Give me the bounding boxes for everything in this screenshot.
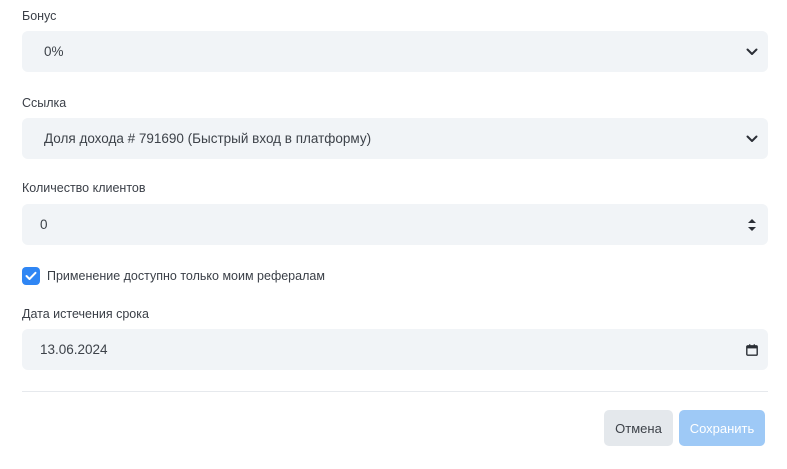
referrals-only-checkbox-row[interactable]: Применение доступно только моим реферала… <box>22 266 325 286</box>
expiry-label: Дата истечения срока <box>22 307 149 321</box>
clients-value: 0 <box>40 217 48 232</box>
promo-form: Бонус 0% Ссылка Доля дохода # 791690 (Бы… <box>0 0 787 469</box>
bonus-value: 0% <box>44 44 64 59</box>
spinner-arrows-icon[interactable] <box>740 217 764 233</box>
save-button[interactable]: Сохранить <box>679 410 765 446</box>
link-label: Ссылка <box>22 96 67 110</box>
link-select[interactable]: Доля дохода # 791690 (Быстрый вход в пла… <box>22 118 768 159</box>
calendar-icon[interactable] <box>740 343 764 356</box>
cancel-button[interactable]: Отмена <box>604 410 673 446</box>
expiry-date-input[interactable]: 13.06.2024 <box>22 329 768 370</box>
referrals-only-label: Применение доступно только моим реферала… <box>47 269 325 283</box>
expiry-value: 13.06.2024 <box>40 342 108 357</box>
chevron-down-icon <box>740 135 764 143</box>
clients-label: Количество клиентов <box>22 181 146 195</box>
clients-number-input[interactable]: 0 <box>22 204 768 245</box>
link-value: Доля дохода # 791690 (Быстрый вход в пла… <box>44 131 372 146</box>
bonus-select[interactable]: 0% <box>22 31 768 72</box>
chevron-down-icon <box>740 48 764 56</box>
divider <box>22 391 768 392</box>
bonus-label: Бонус <box>22 9 57 23</box>
checkbox-checked-icon[interactable] <box>22 267 40 285</box>
